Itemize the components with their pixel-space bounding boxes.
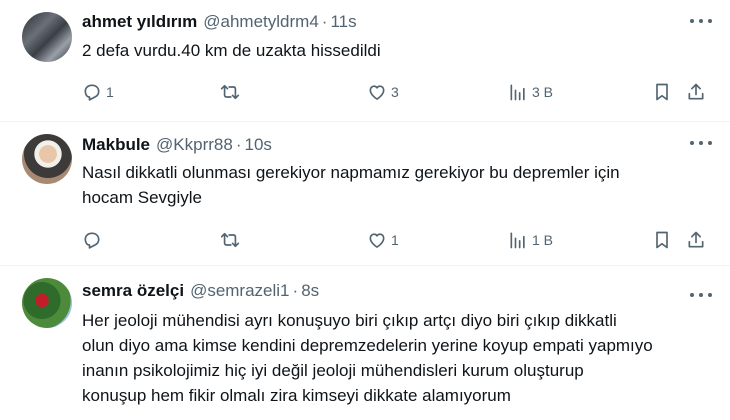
views-icon (510, 232, 525, 249)
tweet-text: Her jeoloji mühendisi ayrı konuşuyo biri… (82, 308, 690, 408)
retweet-icon (220, 232, 240, 248)
tweet-text-line: Her jeoloji mühendisi ayrı konuşuyo biri… (82, 311, 617, 330)
heart-icon (369, 233, 385, 248)
like-button[interactable]: 1 (367, 228, 399, 252)
reply-icon (84, 232, 100, 249)
username[interactable]: @ahmetyldrm4 (203, 12, 319, 32)
tweet-text-line: olun diyo ama kimse kendini depremzedele… (82, 336, 653, 355)
bookmark-button[interactable] (652, 80, 672, 104)
share-icon (688, 231, 704, 248)
tweet-header: semra özelçi @semrazeli1 · 8s (82, 280, 319, 302)
action-bar: 1 1 B (82, 228, 716, 252)
separator-dot: · (321, 12, 328, 31)
username[interactable]: @Kkprr88 (156, 135, 233, 155)
tweet-text-line: konuşup hem fikir olmalı zira kimseyi di… (82, 386, 511, 405)
bookmark-icon (656, 231, 668, 249)
timestamp[interactable]: 8s (301, 281, 319, 301)
bookmark-icon (656, 83, 668, 101)
retweet-button[interactable] (220, 228, 244, 252)
reply-count: 1 (106, 84, 114, 100)
tweet-header: ahmet yıldırım @ahmetyldrm4 · 11s (82, 11, 357, 33)
action-bar: 1 3 3 B (82, 80, 716, 104)
avatar[interactable] (22, 278, 72, 328)
separator-dot: · (235, 135, 242, 154)
retweet-button[interactable] (220, 80, 244, 104)
heart-icon (369, 85, 385, 100)
separator-dot: · (292, 281, 299, 300)
like-count: 1 (391, 232, 399, 248)
retweet-icon (220, 84, 240, 100)
reply-button[interactable] (82, 228, 106, 252)
share-button[interactable] (686, 228, 706, 252)
tweet[interactable]: ahmet yıldırım @ahmetyldrm4 · 11s 2 defa… (0, 0, 730, 122)
like-button[interactable]: 3 (367, 80, 399, 104)
timestamp[interactable]: 10s (245, 135, 272, 155)
view-count: 1 B (532, 232, 554, 248)
username[interactable]: @semrazeli1 (190, 281, 289, 301)
tweet-text-line: inanın psikolojimiz hiç iyi değil jeoloj… (82, 361, 584, 380)
views-icon (510, 84, 525, 101)
tweet-text: Nasıl dikkatli olunması gerekiyor napmam… (82, 160, 690, 210)
like-count: 3 (391, 84, 399, 100)
display-name[interactable]: semra özelçi (82, 281, 184, 301)
more-icon[interactable] (690, 14, 712, 28)
reply-icon (84, 84, 100, 101)
tweet-text: 2 defa vurdu.40 km de uzakta hissedildi (82, 38, 690, 63)
reply-button[interactable]: 1 (82, 80, 114, 104)
share-button[interactable] (686, 80, 706, 104)
timestamp[interactable]: 11s (330, 12, 356, 32)
views-button[interactable]: 1 B (508, 228, 553, 252)
tweet[interactable]: Makbule @Kkprr88 · 10s Nasıl dikkatli ol… (0, 122, 730, 266)
avatar[interactable] (22, 12, 72, 62)
tweet-header: Makbule @Kkprr88 · 10s (82, 134, 272, 156)
view-count: 3 B (532, 84, 554, 100)
avatar[interactable] (22, 134, 72, 184)
tweet-text-line: 2 defa vurdu.40 km de uzakta hissedildi (82, 41, 381, 60)
bookmark-button[interactable] (652, 228, 672, 252)
more-icon[interactable] (690, 288, 712, 302)
display-name[interactable]: ahmet yıldırım (82, 12, 197, 32)
display-name[interactable]: Makbule (82, 135, 150, 155)
tweet-text-line: Nasıl dikkatli olunması gerekiyor napmam… (82, 163, 620, 182)
views-button[interactable]: 3 B (508, 80, 553, 104)
tweet-text-line: hocam Sevgiyle (82, 188, 203, 207)
share-icon (688, 83, 704, 100)
more-icon[interactable] (690, 136, 712, 150)
tweet[interactable]: semra özelçi @semrazeli1 · 8s Her jeoloj… (0, 266, 730, 420)
